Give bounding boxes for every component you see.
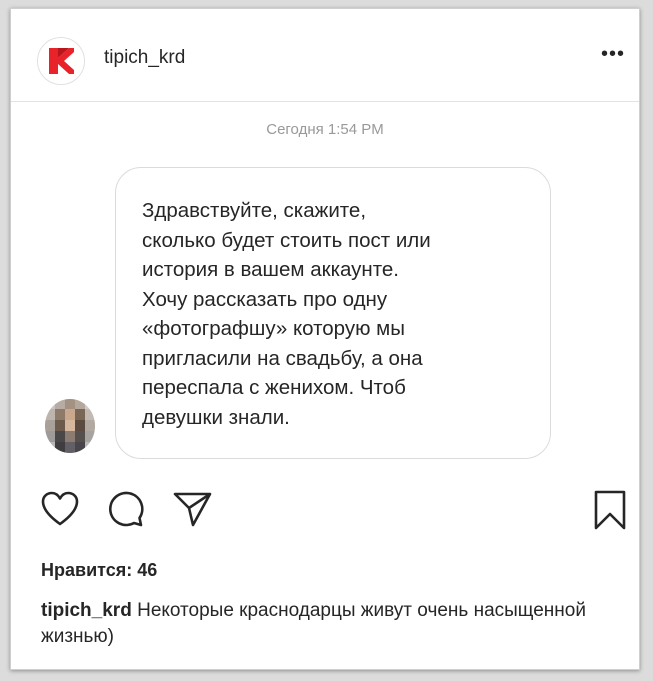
- post-username[interactable]: tipich_krd: [104, 47, 185, 69]
- heart-icon[interactable]: [40, 489, 80, 529]
- likes-count[interactable]: Нравится: 46: [41, 560, 157, 581]
- profile-avatar[interactable]: [37, 37, 85, 85]
- message-text: Здравствуйте, скажите, сколько будет сто…: [142, 199, 431, 429]
- post-header: tipich_krd •••: [11, 9, 639, 102]
- share-icon[interactable]: [172, 489, 214, 529]
- comment-icon[interactable]: [106, 489, 146, 529]
- action-bar: [11, 489, 639, 533]
- post-card: tipich_krd ••• Сегодня 1:54 PM Здравству…: [10, 8, 640, 670]
- post-caption: tipich_krd Некоторые краснодарцы живут о…: [41, 598, 601, 650]
- message-bubble: Здравствуйте, скажите, сколько будет сто…: [115, 167, 551, 459]
- more-options-icon[interactable]: •••: [601, 43, 625, 66]
- sender-avatar: [45, 399, 95, 453]
- caption-username[interactable]: tipich_krd: [41, 600, 132, 621]
- message-timestamp: Сегодня 1:54 PM: [266, 121, 384, 138]
- bookmark-icon[interactable]: [593, 489, 627, 531]
- brand-logo-icon: [38, 38, 84, 84]
